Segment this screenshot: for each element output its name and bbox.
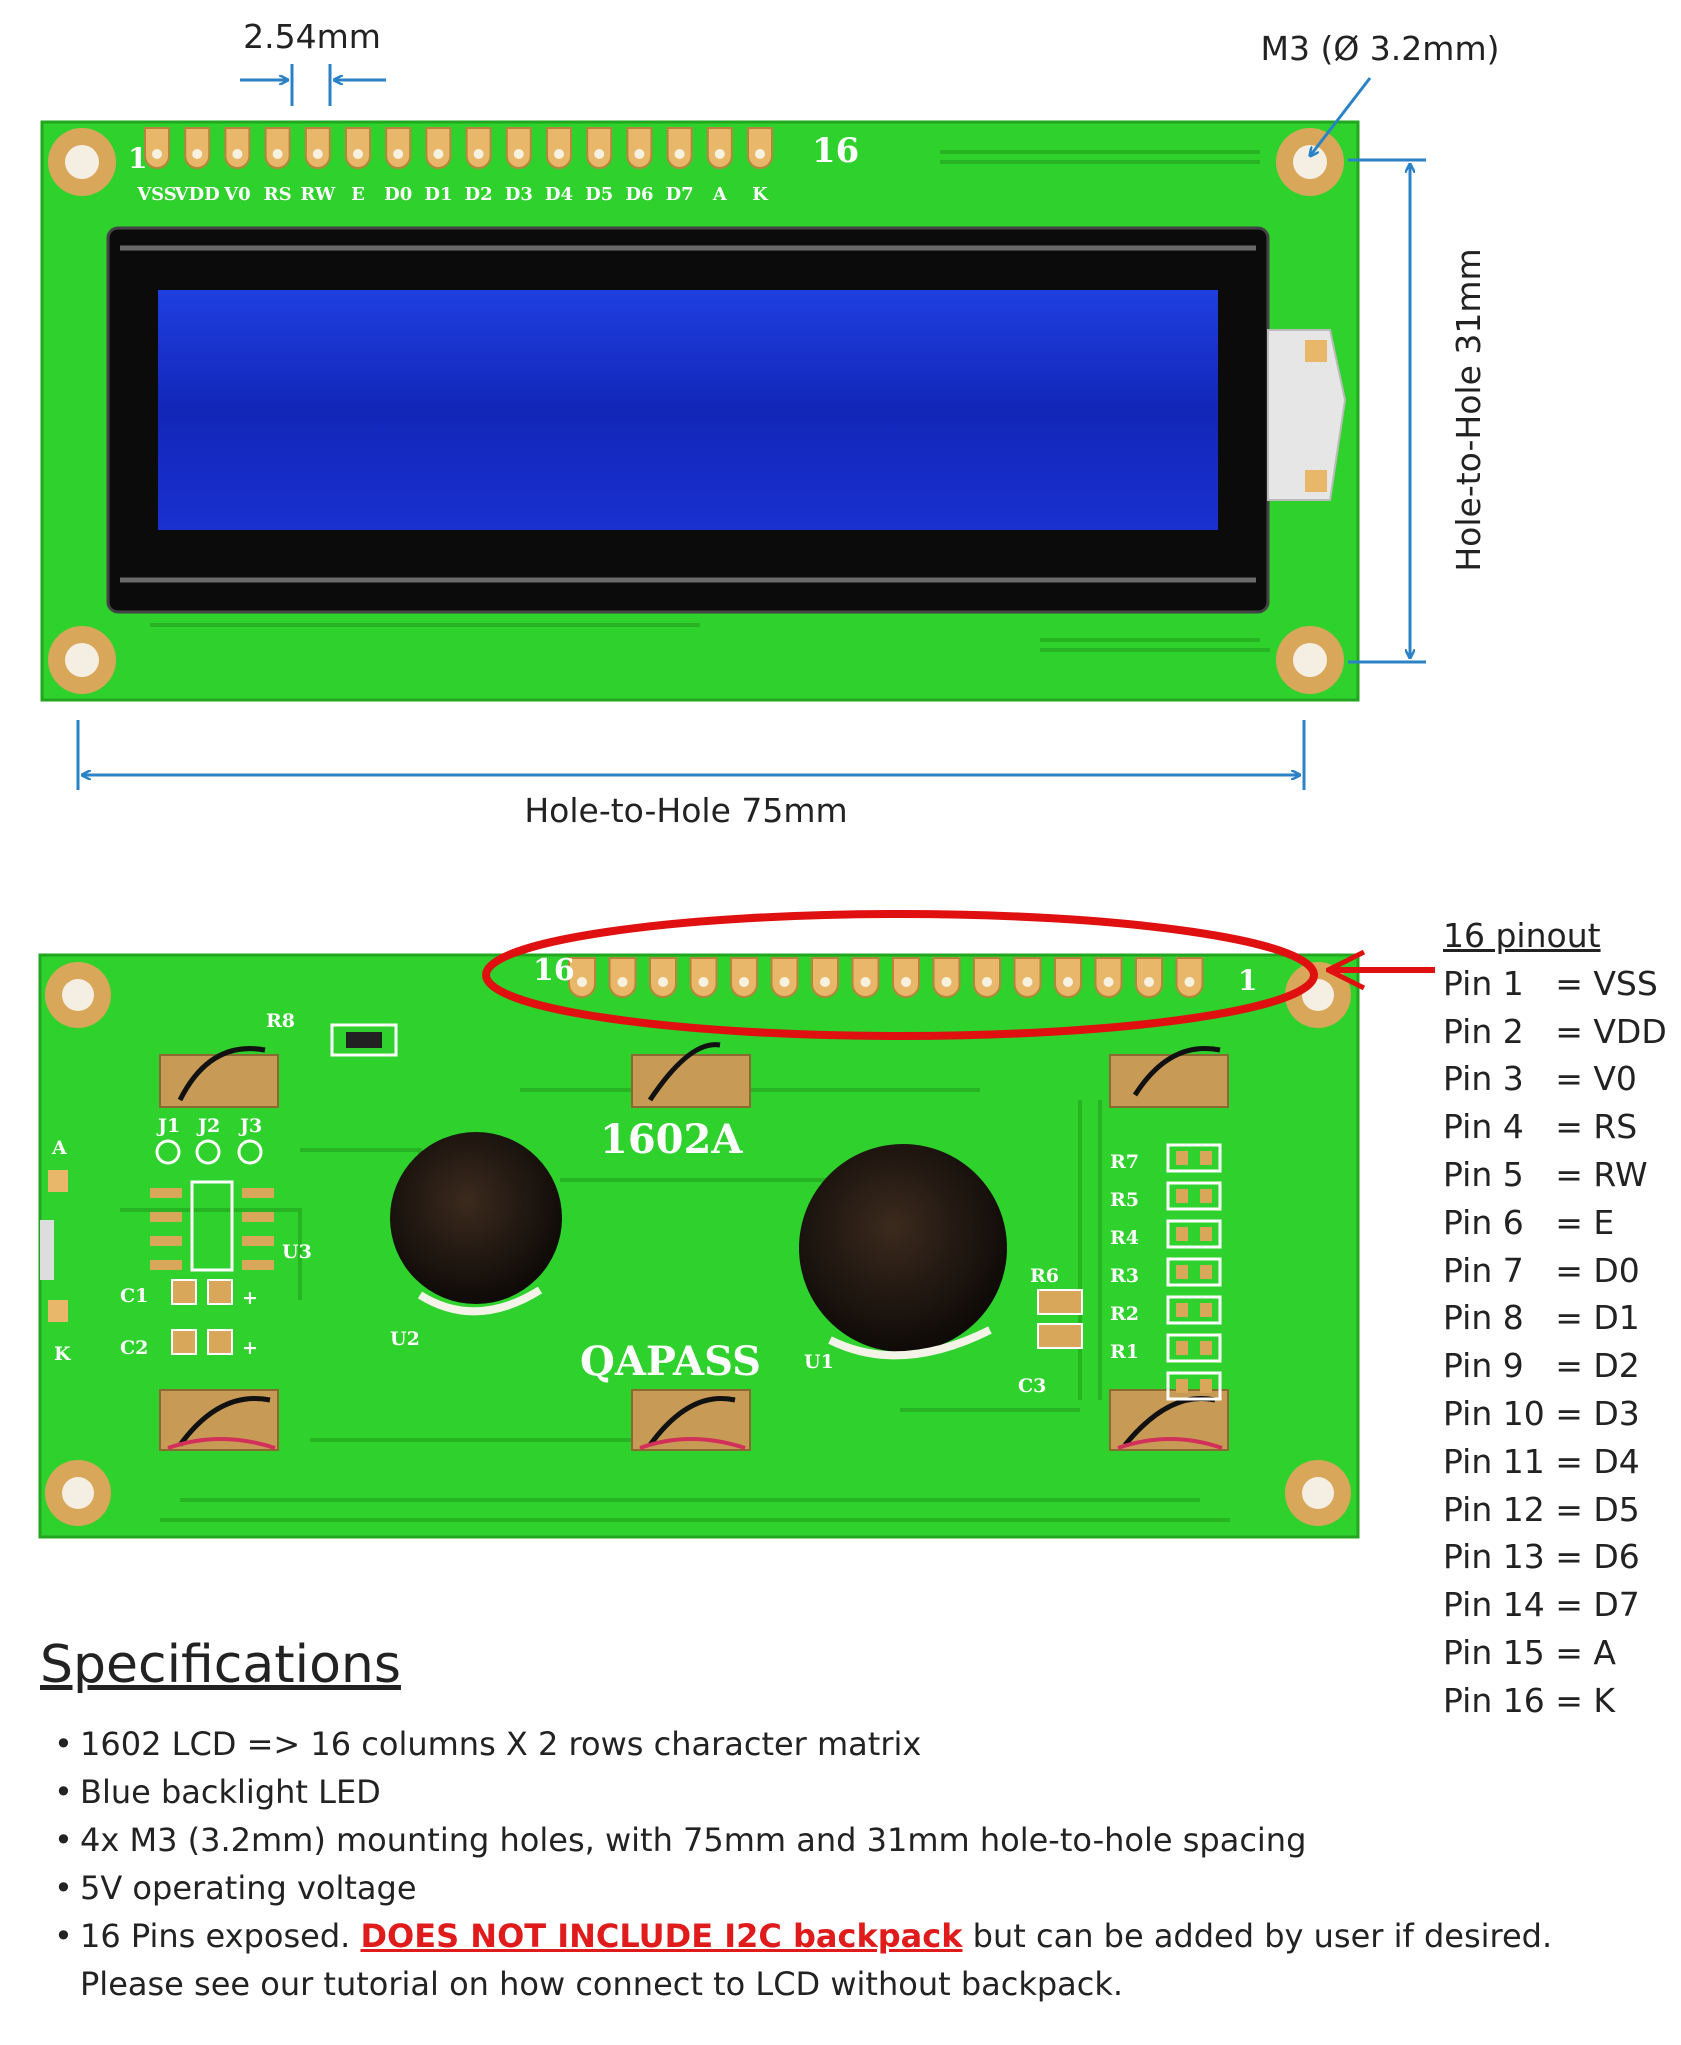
header-pad (385, 127, 412, 169)
front-pin-last: 16 (812, 131, 859, 171)
header-pad (706, 127, 733, 169)
silk-r2: R2 (1110, 1303, 1139, 1325)
width-label: Hole-to-Hole 75mm (524, 791, 847, 830)
specs-list: • 1602 LCD => 16 columns X 2 rows charact… (40, 1720, 1600, 2008)
pinout-row: Pin 9 = D2 (1443, 1346, 1640, 1386)
silk-c1: C1 (120, 1285, 148, 1307)
tutorial-note: Please see our tutorial on how connect t… (80, 1965, 1124, 2003)
silk-c2-plus: + (242, 1337, 258, 1359)
silk-j2: J2 (196, 1115, 220, 1137)
height-label: Hole-to-Hole 31mm (1449, 248, 1488, 571)
pinout-list: 16 pinout Pin 1 = VSS Pin 2 = VDD Pin 3 = … (1443, 912, 1673, 1725)
front-pin-label: D3 (505, 184, 533, 205)
silk-j1: J1 (156, 1115, 180, 1137)
front-pin-label: RS (264, 184, 292, 205)
silk-r7: R7 (1110, 1151, 1139, 1173)
silk-r6: R6 (1030, 1265, 1059, 1287)
pinout-row: Pin 2 = VDD (1443, 1011, 1667, 1051)
silk-r1: R1 (1110, 1341, 1139, 1363)
header-pad (345, 127, 371, 169)
hole-label: M3 (Ø 3.2mm) (1261, 29, 1500, 68)
header-pad (747, 127, 773, 169)
silk-r4: R4 (1110, 1227, 1139, 1249)
brand-label: QAPASS (580, 1338, 761, 1385)
back-board: 16 1 1602A QAPASS R8 R7 R5 R4 R3 R2 R1 R… (38, 953, 1360, 1539)
specs-title: Specifications (40, 1635, 401, 1695)
silk-a: A (51, 1137, 67, 1159)
front-pin-label: D0 (384, 184, 412, 205)
spec-item: • Blue backlight LED (54, 1773, 381, 1811)
pinout-row: Pin 5 = RW (1443, 1154, 1648, 1194)
header-pad (184, 127, 211, 169)
lcd-screen (158, 290, 1218, 530)
silk-r5: R5 (1110, 1189, 1139, 1211)
back-pin-last: 1 (1238, 964, 1257, 997)
silk-u2: U2 (390, 1328, 420, 1350)
front-pin-label: D5 (585, 184, 613, 205)
silk-u1: U1 (804, 1351, 834, 1373)
pinout-row: Pin 13 = D6 (1443, 1537, 1640, 1577)
header-pad (144, 127, 170, 169)
front-pin-label: E (351, 184, 365, 205)
pinout-row: Pin 7 = D0 (1443, 1250, 1640, 1290)
no-i2c-warning: DOES NOT INCLUDE I2C backpack (360, 1917, 963, 1955)
silk-u3: U3 (282, 1241, 312, 1263)
pinout-row: Pin 1 = VSS (1443, 963, 1658, 1003)
silk-r3: R3 (1110, 1265, 1139, 1287)
pinout-title: 16 pinout (1443, 916, 1601, 955)
front-pin-label: D7 (666, 184, 694, 205)
front-pin-label: A (712, 184, 728, 205)
pinout-row: Pin 6 = E (1443, 1202, 1615, 1242)
silk-k: K (54, 1343, 72, 1365)
spec-item: • 16 Pins exposed. DOES NOT INCLUDE I2C b… (54, 1917, 1553, 2003)
header-pad (666, 127, 693, 169)
header-pad (586, 127, 613, 169)
header-pad (626, 127, 653, 169)
silk-c1-plus: + (242, 1287, 258, 1309)
front-pin-label: D6 (625, 184, 653, 205)
front-pin-label: D1 (424, 184, 452, 205)
front-pin-label: K (752, 184, 769, 205)
pinout-row: Pin 10 = D3 (1443, 1393, 1640, 1433)
chip-u1 (799, 1144, 1007, 1352)
front-pin-label: VDD (174, 184, 220, 205)
spec-item: • 4x M3 (3.2mm) mounting holes, with 75mm… (54, 1821, 1307, 1859)
pitch-label: 2.54mm (243, 17, 381, 56)
pinout-row: Pin 4 = RS (1443, 1107, 1638, 1147)
silk-c3: C3 (1018, 1375, 1046, 1397)
front-pin-label: VSS (136, 184, 177, 205)
front-pin-label: V0 (223, 184, 251, 205)
header-pad (264, 127, 291, 169)
silk-r8: R8 (266, 1010, 295, 1032)
pinout-row: Pin 3 = V0 (1443, 1059, 1637, 1099)
front-board: VSSVDD V0 RS RW E D0 D1 D2 D3 D4 D5 D6 D7 A K 1 16 (40, 120, 1360, 702)
front-pin-label: D4 (545, 184, 573, 205)
back-pin-first: 16 (533, 953, 575, 988)
pitch-dimension: 2.54mm (240, 17, 386, 106)
pinout-row: Pin 14 = D7 (1443, 1585, 1640, 1625)
header-pad (304, 127, 331, 169)
front-pin-label: D2 (465, 184, 493, 205)
height-dimension: Hole-to-Hole 31mm (1348, 158, 1488, 664)
pinout-row: Pin 11 = D4 (1443, 1441, 1640, 1481)
width-dimension: Hole-to-Hole 75mm (76, 720, 1306, 830)
model-label: 1602A (600, 1116, 743, 1163)
chip-u2 (390, 1132, 562, 1304)
header-pad (546, 127, 572, 169)
front-pin-first: 1 (128, 142, 147, 175)
header-pad (465, 127, 492, 169)
pinout-row: Pin 12 = D5 (1443, 1489, 1640, 1529)
spec-item: • 1602 LCD => 16 columns X 2 rows charact… (54, 1725, 922, 1763)
silk-c2: C2 (120, 1337, 148, 1359)
front-pin-label: RW (300, 184, 336, 205)
pinout-row: Pin 8 = D1 (1443, 1298, 1640, 1338)
spec-item: • 5V operating voltage (54, 1869, 417, 1907)
header-pad (425, 127, 452, 169)
header-pad (224, 127, 251, 169)
specifications: Specifications • 1602 LCD => 16 columns X… (40, 1632, 1600, 2008)
header-pad (505, 127, 532, 169)
silk-j3: J3 (238, 1115, 262, 1137)
